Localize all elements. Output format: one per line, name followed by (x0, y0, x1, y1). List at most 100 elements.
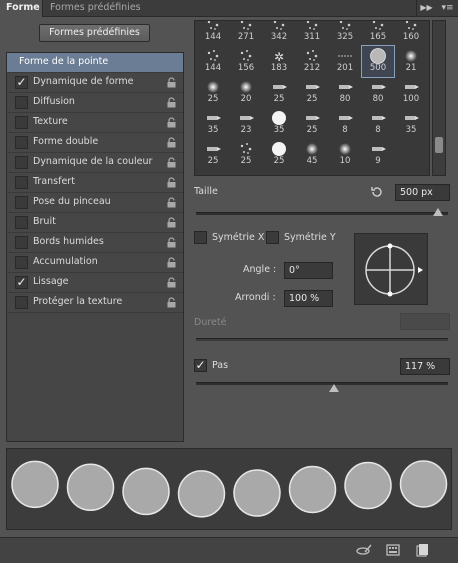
brush-preset-cell[interactable]: 25 (296, 77, 328, 108)
lock-icon[interactable] (166, 297, 177, 308)
option-checkbox[interactable] (15, 176, 28, 189)
brush-preset-cell[interactable]: 80 (329, 77, 361, 108)
brush-preset-cell[interactable]: 35 (197, 108, 229, 139)
lock-icon[interactable] (166, 97, 177, 108)
size-slider-thumb[interactable] (433, 208, 444, 216)
brush-size-label: 80 (339, 94, 351, 104)
brush-preset-cell[interactable]: 160 (395, 21, 427, 46)
brush-option-item[interactable]: Accumulation (7, 253, 183, 273)
tab-forme[interactable]: Forme (0, 0, 43, 17)
angle-roundness-widget[interactable] (354, 233, 428, 305)
brush-preset-cell[interactable]: 23 (230, 108, 262, 139)
scrollbar-thumb[interactable] (435, 137, 443, 153)
brush-size-label: 144 (204, 32, 222, 42)
brush-preset-cell[interactable]: 8 (329, 108, 361, 139)
angle-field[interactable]: 0° (284, 262, 333, 279)
spacing-field[interactable]: 117 % (400, 358, 450, 375)
flip-y-checkbox[interactable] (266, 231, 279, 244)
brush-preset-cell[interactable]: 325 (329, 21, 361, 46)
panel-menu-icon[interactable]: ▾≡ (437, 0, 458, 17)
brush-option-item[interactable]: Texture (7, 113, 183, 133)
brush-preset-cell[interactable] (395, 139, 427, 170)
lock-icon[interactable] (166, 117, 177, 128)
option-checkbox[interactable] (15, 236, 28, 249)
option-checkbox[interactable]: ✓ (15, 76, 28, 89)
brush-preset-cell[interactable]: 25 (263, 77, 295, 108)
option-checkbox[interactable] (15, 136, 28, 149)
double-chevron-right-icon[interactable]: ▶▶ (416, 0, 436, 17)
brush-grid-icon[interactable] (386, 543, 400, 557)
option-checkbox[interactable] (15, 196, 28, 209)
brush-preset-cell[interactable]: ✲ 183 (263, 46, 295, 77)
brush-option-item[interactable]: Dynamique de la couleur (7, 153, 183, 173)
lock-icon[interactable] (166, 197, 177, 208)
brush-preset-cell[interactable]: 165 (362, 21, 394, 46)
brush-option-item[interactable]: ✓ Dynamique de forme (7, 73, 183, 93)
brush-preset-cell[interactable]: 342 (263, 21, 295, 46)
lock-icon[interactable] (166, 237, 177, 248)
brush-tip-shape (337, 48, 353, 64)
brush-grid-scrollbar[interactable] (432, 20, 446, 176)
roundness-field[interactable]: 100 % (284, 290, 333, 307)
brush-option-item[interactable]: Bords humides (7, 233, 183, 253)
lock-icon[interactable] (166, 217, 177, 228)
brush-option-item[interactable]: ✓ Lissage (7, 273, 183, 293)
brush-option-item[interactable]: Forme double (7, 133, 183, 153)
spacing-slider-thumb[interactable] (329, 384, 340, 392)
lock-icon[interactable] (166, 137, 177, 148)
brush-preset-cell[interactable]: 25 (296, 108, 328, 139)
brush-preset-cell[interactable]: 25 (230, 139, 262, 170)
brush-preset-cell[interactable]: 156 (230, 46, 262, 77)
lock-icon[interactable] (166, 177, 177, 188)
brush-presets-button[interactable]: Formes prédéfinies (39, 24, 150, 42)
lock-icon[interactable] (166, 277, 177, 288)
brush-preset-cell[interactable]: 35 (395, 108, 427, 139)
brush-preset-cell[interactable]: 21 (395, 46, 427, 77)
brush-option-item[interactable]: Forme de la pointe (7, 53, 183, 73)
brush-option-item[interactable]: Protéger la texture (7, 293, 183, 313)
option-checkbox[interactable] (15, 96, 28, 109)
lock-icon[interactable] (166, 257, 177, 268)
brush-preset-cell[interactable]: 20 (230, 77, 262, 108)
option-checkbox[interactable] (15, 256, 28, 269)
brush-preset-cell[interactable]: 271 (230, 21, 262, 46)
brush-preset-cell[interactable]: 201 (329, 46, 361, 77)
option-label: Forme double (33, 136, 99, 147)
brush-preset-cell[interactable]: 25 (263, 139, 295, 170)
brush-option-item[interactable]: Diffusion (7, 93, 183, 113)
option-checkbox[interactable] (15, 116, 28, 129)
lock-icon[interactable] (166, 77, 177, 88)
option-checkbox[interactable]: ✓ (15, 276, 28, 289)
toggle-brush-projection-icon[interactable] (356, 543, 372, 557)
reset-icon[interactable] (370, 185, 384, 199)
brush-option-item[interactable]: Bruit (7, 213, 183, 233)
lock-icon[interactable] (166, 157, 177, 168)
brush-preset-cell[interactable]: 212 (296, 46, 328, 77)
brush-preset-cell[interactable]: 45 (296, 139, 328, 170)
brush-preset-cell[interactable]: 500 (361, 45, 395, 78)
tab-formes-predefinies[interactable]: Formes prédéfinies (44, 0, 148, 17)
option-checkbox[interactable] (15, 156, 28, 169)
brush-preset-cell[interactable]: 8 (362, 108, 394, 139)
brush-preset-cell[interactable]: 311 (296, 21, 328, 46)
brush-preset-cell[interactable]: 25 (197, 77, 229, 108)
option-checkbox[interactable] (15, 296, 28, 309)
new-brush-icon[interactable] (416, 543, 430, 557)
brush-preset-cell[interactable]: 10 (329, 139, 361, 170)
brush-tip-grid: 144 271 342 311 325 165 160 144 156 ✲ 183 212 201 500… (194, 20, 430, 176)
brush-preset-cell[interactable]: 35 (263, 108, 295, 139)
brush-option-item[interactable]: Pose du pinceau (7, 193, 183, 213)
flip-x-checkbox[interactable] (194, 231, 207, 244)
spacing-slider-track[interactable] (196, 382, 448, 385)
spacing-checkbox[interactable]: ✓ (194, 359, 207, 372)
brush-preset-cell[interactable]: 144 (197, 46, 229, 77)
brush-preset-cell[interactable]: 80 (362, 77, 394, 108)
size-field[interactable]: 500 px (395, 184, 450, 201)
size-slider-track[interactable] (196, 212, 448, 215)
brush-option-item[interactable]: Transfert (7, 173, 183, 193)
brush-preset-cell[interactable]: 100 (395, 77, 427, 108)
option-checkbox[interactable] (15, 216, 28, 229)
brush-preset-cell[interactable]: 25 (197, 139, 229, 170)
brush-preset-cell[interactable]: 9 (362, 139, 394, 170)
brush-preset-cell[interactable]: 144 (197, 21, 229, 46)
